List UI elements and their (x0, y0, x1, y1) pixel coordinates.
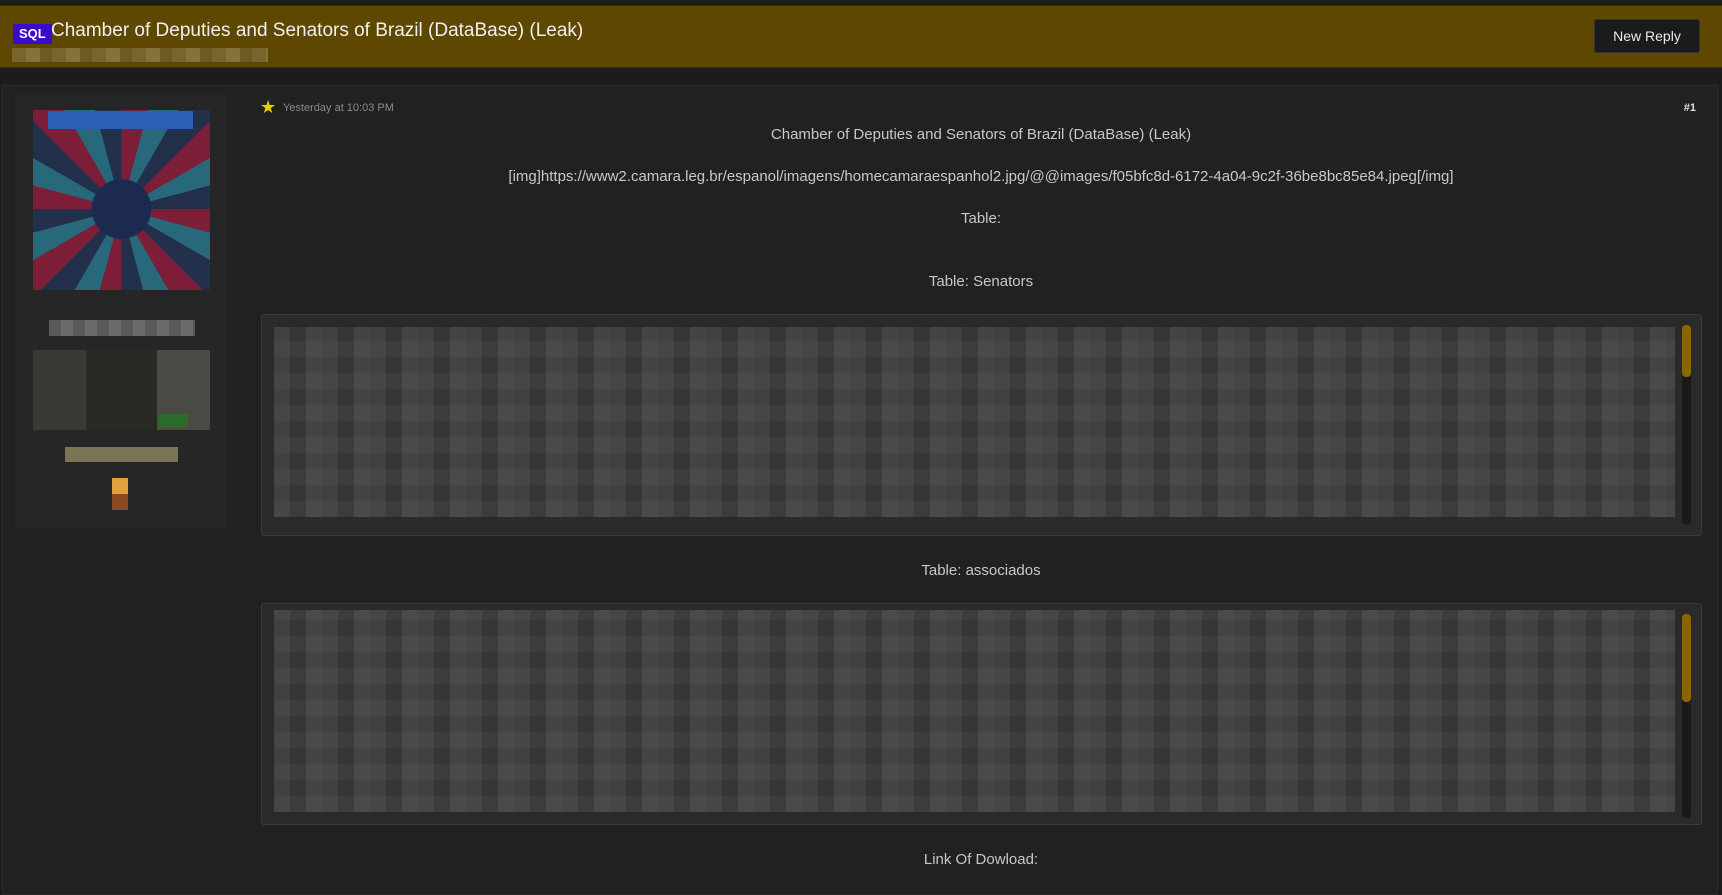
avatar[interactable] (33, 110, 210, 290)
online-indicator (158, 414, 188, 428)
post-number[interactable]: #1 (1684, 102, 1696, 114)
code-block-scrollbar[interactable] (1682, 614, 1691, 818)
star-icon[interactable]: ★ (260, 97, 276, 118)
code-block-associados[interactable] (261, 603, 1702, 825)
code-block-scrollbar[interactable] (1682, 325, 1691, 525)
user-rank-redacted (65, 447, 178, 462)
thread-title: Chamber of Deputies and Senators of Braz… (51, 20, 584, 41)
thread-meta-redacted (12, 48, 268, 62)
prefix-badge-sql[interactable]: SQL (13, 24, 52, 44)
code-content-redacted (274, 610, 1675, 812)
code-content-redacted (274, 327, 1675, 517)
scroll-thumb[interactable] (1682, 325, 1691, 377)
post-timestamp[interactable]: Yesterday at 10:03 PM (283, 102, 394, 114)
download-link-label: Link Of Dowload: (923, 851, 1039, 868)
table-senators-label: Table: Senators (928, 273, 1034, 290)
username-redacted[interactable] (49, 320, 195, 336)
user-stats-redacted (33, 350, 210, 430)
thread-header: SQL Chamber of Deputies and Senators of … (0, 5, 1722, 68)
code-block-senators[interactable] (261, 314, 1702, 536)
table-label-line: Table: (960, 210, 1002, 227)
avatar-banner (48, 111, 193, 129)
new-reply-button[interactable]: New Reply (1594, 19, 1700, 53)
post-img-url-line: [img]https://www2.camara.leg.br/espanol/… (508, 168, 1454, 185)
scroll-thumb[interactable] (1682, 614, 1691, 702)
post-title-line: Chamber of Deputies and Senators of Braz… (770, 126, 1192, 143)
table-associados-label: Table: associados (921, 562, 1041, 579)
trophy-icon (112, 478, 128, 510)
